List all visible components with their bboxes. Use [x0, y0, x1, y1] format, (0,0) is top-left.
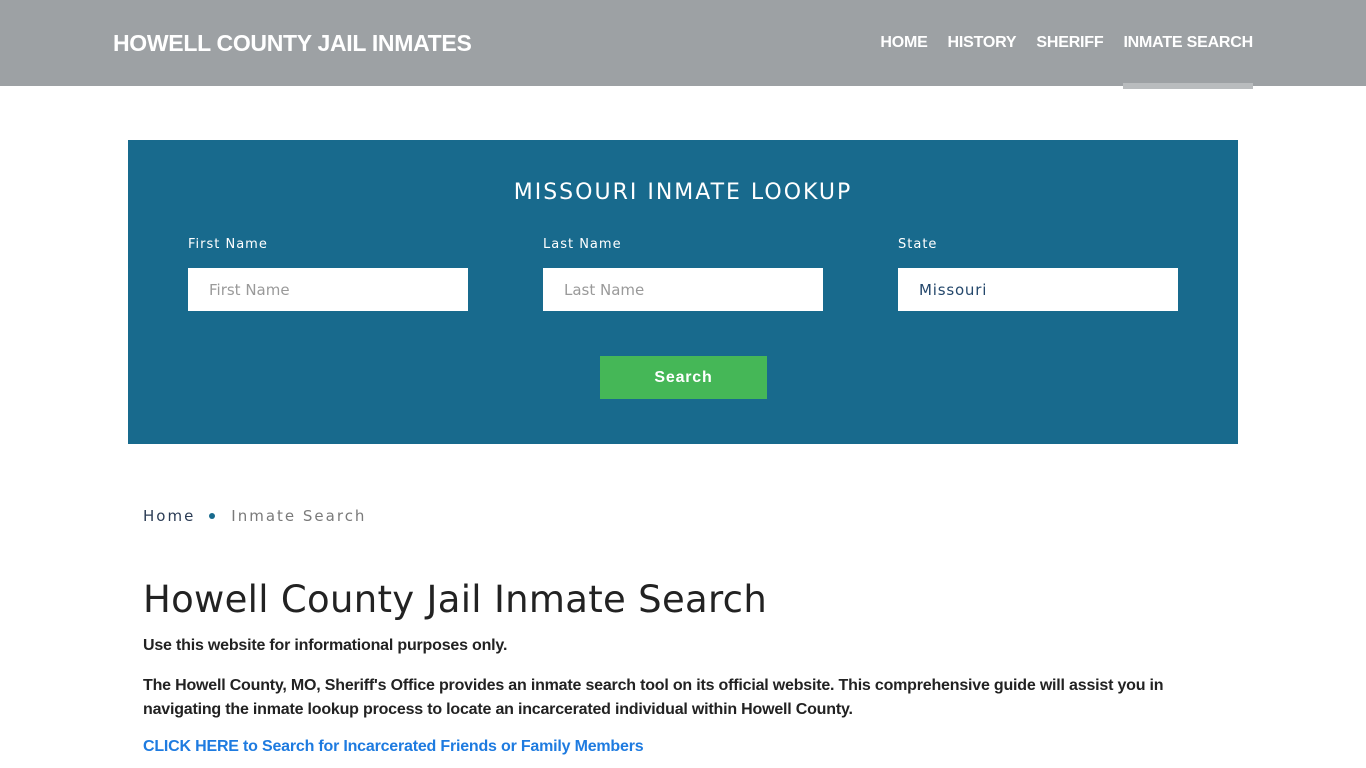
search-button[interactable]: Search [600, 356, 767, 399]
site-title-link[interactable]: HOWELL COUNTY JAIL INMATES [113, 30, 472, 57]
last-name-label: Last Name [543, 237, 622, 252]
intro-paragraph: The Howell County, MO, Sheriff's Office … [143, 677, 1164, 718]
last-name-input[interactable] [543, 268, 823, 311]
state-input[interactable] [898, 268, 1178, 311]
state-label: State [898, 237, 938, 252]
site-header: HOWELL COUNTY JAIL INMATES HOME HISTORY … [0, 0, 1366, 89]
breadcrumb-home-link[interactable]: Home [143, 507, 195, 525]
breadcrumb: Home Inmate Search [143, 507, 366, 525]
main-nav: HOME HISTORY SHERIFF INMATE SEARCH [860, 0, 1253, 89]
nav-sheriff[interactable]: SHERIFF [1036, 0, 1103, 86]
nav-home[interactable]: HOME [880, 0, 927, 86]
disclaimer-text: Use this website for informational purpo… [143, 637, 508, 654]
first-name-input[interactable] [188, 268, 468, 311]
breadcrumb-separator-dot [209, 513, 216, 519]
nav-inmate-search[interactable]: INMATE SEARCH [1123, 0, 1253, 89]
page-title: Howell County Jail Inmate Search [143, 578, 768, 621]
search-family-link[interactable]: CLICK HERE to Search for Incarcerated Fr… [143, 738, 644, 756]
first-name-label: First Name [188, 237, 268, 252]
lookup-title: MISSOURI INMATE LOOKUP [513, 180, 853, 205]
nav-history[interactable]: HISTORY [948, 0, 1017, 86]
breadcrumb-current: Inmate Search [231, 507, 367, 525]
